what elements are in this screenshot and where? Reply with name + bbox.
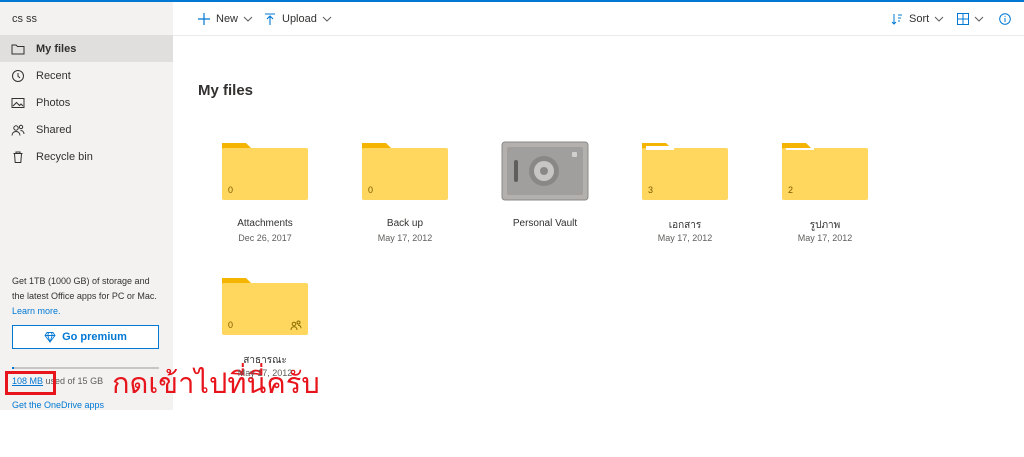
folder-icon — [362, 143, 448, 200]
folder-icon — [222, 143, 308, 200]
command-bar: New Upload Sort — [173, 2, 1024, 36]
new-label: New — [216, 12, 239, 25]
chevron-down-icon — [934, 16, 944, 22]
clock-icon — [11, 69, 25, 83]
annotation-highlight-box — [5, 371, 56, 395]
nav-list: My files Recent Photos Shared Recycle bi… — [0, 35, 173, 170]
sidebar-item-my-files[interactable]: My files — [0, 35, 173, 62]
folder-icon — [11, 42, 25, 56]
sidebar-item-recycle-bin[interactable]: Recycle bin — [0, 143, 173, 170]
sidebar-item-label: My files — [36, 42, 77, 55]
grid-view-icon — [957, 12, 969, 25]
folder-count: 0 — [228, 185, 234, 195]
upload-icon — [265, 12, 275, 25]
plus-icon — [198, 12, 210, 25]
sort-button[interactable]: Sort — [891, 2, 944, 35]
item-name: Attachments — [237, 218, 293, 229]
promo-line-1: Get 1TB (1000 GB) of storage and — [12, 276, 150, 286]
people-icon — [11, 123, 25, 137]
info-button[interactable] — [999, 2, 1011, 35]
info-icon — [999, 12, 1011, 25]
sidebar-item-label: Photos — [36, 96, 71, 109]
go-premium-label: Go premium — [62, 331, 127, 343]
folder-icon — [642, 143, 728, 200]
item-date: May 17, 2012 — [657, 233, 713, 243]
trash-icon — [11, 150, 25, 164]
folder-icon — [222, 278, 308, 335]
item-date: May 17, 2012 — [797, 233, 853, 243]
item-date: May 17, 2012 — [377, 233, 433, 243]
get-apps-link[interactable]: Get the OneDrive apps — [12, 400, 104, 410]
item-date: Dec 26, 2017 — [238, 233, 292, 243]
item-name: Personal Vault — [512, 218, 578, 229]
chevron-down-icon — [974, 16, 984, 22]
new-button[interactable]: New — [198, 2, 253, 35]
folder-count: 3 — [648, 185, 654, 195]
folder-count: 0 — [228, 320, 234, 330]
item-name: เอกสาร — [668, 220, 702, 231]
learn-more-link[interactable]: Learn more. — [12, 304, 164, 319]
folder-count: 0 — [368, 185, 374, 195]
sort-icon — [891, 13, 902, 25]
item-name: Back up — [386, 218, 424, 229]
upload-button[interactable]: Upload — [264, 2, 332, 35]
go-premium-button[interactable]: Go premium — [12, 325, 159, 349]
premium-promo: Get 1TB (1000 GB) of storage and the lat… — [12, 274, 164, 319]
sort-label: Sort — [909, 12, 930, 25]
item-name: รูปภาพ — [809, 220, 841, 231]
sidebar-item-recent[interactable]: Recent — [0, 62, 173, 89]
item-date: May 17, 2012 — [237, 368, 293, 378]
chevron-down-icon — [322, 16, 332, 22]
user-name[interactable]: cs ss — [12, 13, 37, 25]
sidebar-item-label: Recent — [36, 69, 71, 82]
diamond-icon — [44, 332, 56, 343]
item-name: สาธารณะ — [243, 355, 287, 366]
sidebar: cs ss My files Recent Photos Shared Recy… — [0, 2, 173, 410]
sidebar-item-shared[interactable]: Shared — [0, 116, 173, 143]
folder-count: 2 — [788, 185, 794, 195]
folder-icon — [782, 143, 868, 200]
storage-bar-fill — [12, 367, 14, 369]
promo-line-2: the latest Office apps for PC or Mac. — [12, 291, 157, 301]
shared-people-icon — [290, 320, 302, 331]
chevron-down-icon — [243, 16, 253, 22]
upload-label: Upload — [282, 12, 317, 25]
page-title: My files — [198, 82, 254, 99]
sidebar-item-label: Shared — [36, 123, 72, 136]
safe-vault-icon — [501, 141, 589, 201]
sidebar-item-photos[interactable]: Photos — [0, 89, 173, 116]
sidebar-item-label: Recycle bin — [36, 150, 93, 163]
view-switch-button[interactable] — [957, 2, 984, 35]
photo-icon — [11, 96, 25, 110]
